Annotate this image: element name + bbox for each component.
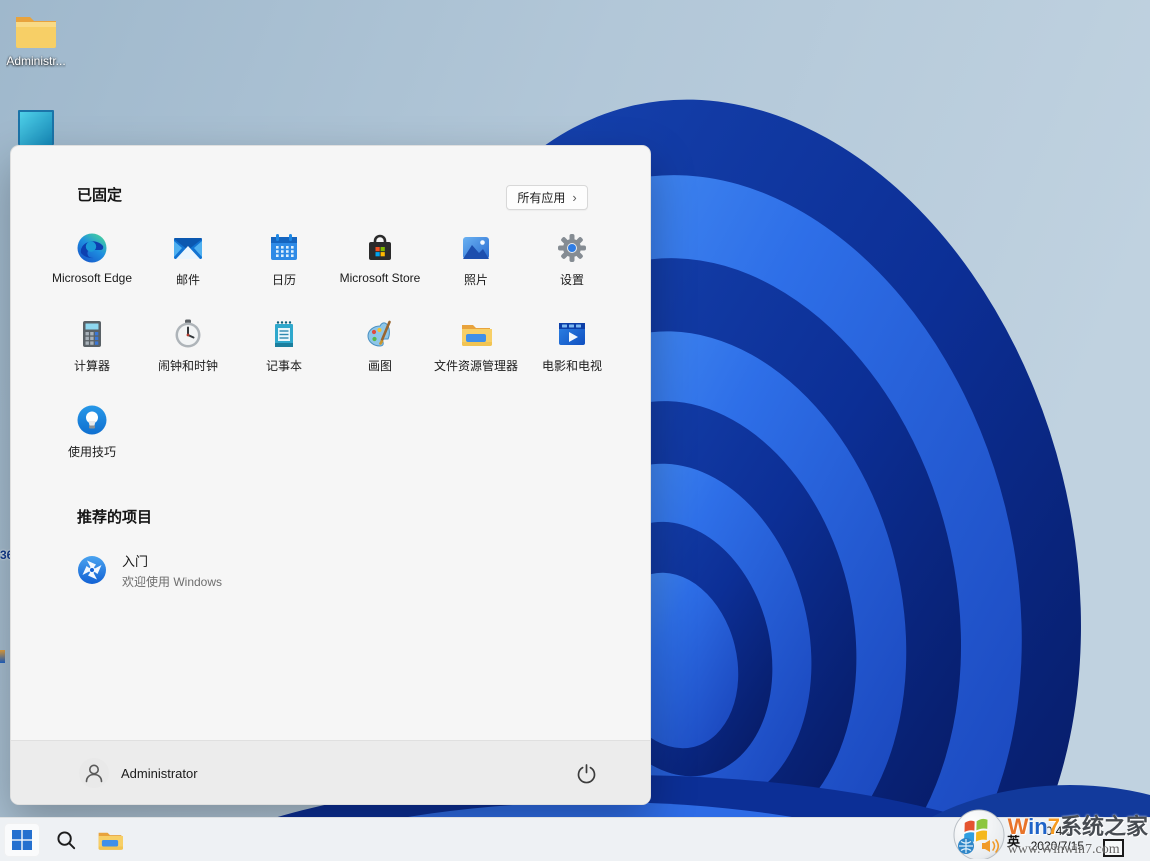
- file-explorer-button[interactable]: [92, 823, 128, 857]
- app-tile-label: 设置: [560, 271, 584, 288]
- start-button[interactable]: [4, 823, 40, 857]
- app-tile-label: 闹钟和时钟: [158, 357, 218, 374]
- photos-icon: [460, 232, 492, 264]
- app-tile-label: 文件资源管理器: [434, 357, 518, 374]
- calculator-icon: [76, 318, 108, 350]
- app-tile-label: 照片: [464, 271, 488, 288]
- app-tile-label: 日历: [272, 271, 296, 288]
- file-explorer-icon: [460, 318, 492, 350]
- alarms-clock-icon: [172, 318, 204, 350]
- app-tile-paint[interactable]: 画图: [332, 306, 428, 392]
- app-tile-notepad[interactable]: 记事本: [236, 306, 332, 392]
- app-tile-edge[interactable]: Microsoft Edge: [44, 220, 140, 306]
- app-tile-settings[interactable]: 设置: [524, 220, 620, 306]
- chevron-right-icon: ›: [572, 191, 576, 204]
- paint-icon: [364, 318, 396, 350]
- user-profile-button[interactable]: Administrator: [67, 753, 210, 793]
- app-tile-store[interactable]: Microsoft Store: [332, 220, 428, 306]
- notepad-icon: [268, 318, 300, 350]
- user-name: Administrator: [121, 766, 198, 781]
- app-tile-calculator[interactable]: 计算器: [44, 306, 140, 392]
- desktop-icon-partially-hidden[interactable]: [0, 108, 72, 145]
- ime-language-indicator[interactable]: 英: [1007, 831, 1020, 850]
- tray-square-icon[interactable]: [1103, 839, 1124, 857]
- app-tile-file-explorer[interactable]: 文件资源管理器: [428, 306, 524, 392]
- all-apps-label: 所有应用: [517, 189, 565, 206]
- all-apps-button[interactable]: 所有应用 ›: [506, 185, 588, 210]
- power-button[interactable]: [566, 753, 606, 793]
- folder-icon: [13, 10, 59, 50]
- search-button[interactable]: [48, 823, 84, 857]
- edge-icon: [76, 232, 108, 264]
- desktop-icon-label: Administr...: [6, 54, 65, 68]
- windows-logo-icon: [12, 830, 32, 850]
- start-menu-footer: Administrator: [11, 740, 650, 804]
- pinned-apps-grid: Microsoft Edge 邮件 日历 Microsoft Store 照片 …: [44, 220, 620, 478]
- tips-icon: [76, 404, 108, 436]
- monitor-icon: [16, 108, 56, 145]
- user-avatar-icon: [79, 758, 109, 788]
- app-tile-movies-tv[interactable]: 电影和电视: [524, 306, 620, 392]
- mail-icon: [172, 232, 204, 264]
- app-tile-calendar[interactable]: 日历: [236, 220, 332, 306]
- taskbar: 英 0:44 2020/7/15: [0, 817, 1150, 861]
- get-started-icon: [77, 555, 107, 585]
- app-tile-label: Microsoft Store: [340, 271, 421, 285]
- app-tile-alarms-clock[interactable]: 闹钟和时钟: [140, 306, 236, 392]
- app-tile-mail[interactable]: 邮件: [140, 220, 236, 306]
- recommended-section-header: 推荐的项目: [77, 506, 152, 527]
- recommended-item-get-started[interactable]: 入门 欢迎使用 Windows: [67, 544, 397, 596]
- start-menu: 已固定 所有应用 › Microsoft Edge 邮件 日历 Microsof…: [10, 145, 651, 805]
- calendar-icon: [268, 232, 300, 264]
- app-tile-label: 电影和电视: [542, 357, 602, 374]
- settings-icon: [556, 232, 588, 264]
- store-icon: [364, 232, 396, 264]
- file-explorer-icon: [97, 829, 123, 851]
- app-tile-label: 画图: [368, 357, 392, 374]
- app-tile-label: 计算器: [74, 357, 110, 374]
- search-icon: [56, 830, 76, 850]
- taskbar-clock[interactable]: 0:44 2020/7/15: [1031, 824, 1084, 854]
- app-tile-label: 邮件: [176, 271, 200, 288]
- app-tile-label: Microsoft Edge: [52, 271, 132, 285]
- power-icon: [576, 763, 597, 784]
- recommended-item-subtitle: 欢迎使用 Windows: [122, 573, 222, 590]
- tray-time: 0:44: [1031, 824, 1084, 839]
- desktop-icon-administrator[interactable]: Administr...: [0, 10, 72, 68]
- cutoff-desktop-icon-fragment: [0, 650, 5, 663]
- app-tile-label: 使用技巧: [68, 443, 116, 460]
- movies-tv-icon: [556, 318, 588, 350]
- app-tile-photos[interactable]: 照片: [428, 220, 524, 306]
- app-tile-label: 记事本: [266, 357, 302, 374]
- tray-date: 2020/7/15: [1031, 839, 1084, 854]
- recommended-item-title: 入门: [122, 551, 222, 570]
- app-tile-tips[interactable]: 使用技巧: [44, 392, 140, 478]
- pinned-section-header: 已固定: [77, 184, 122, 205]
